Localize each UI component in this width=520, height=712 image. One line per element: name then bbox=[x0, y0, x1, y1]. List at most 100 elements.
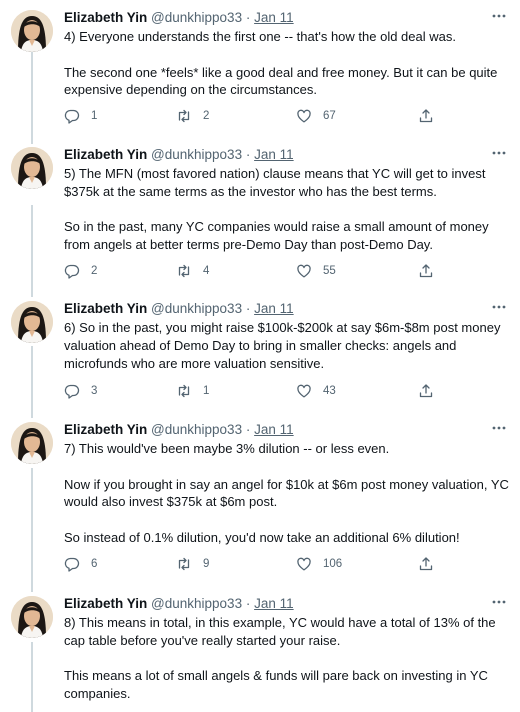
reply-button[interactable]: 2 bbox=[64, 262, 97, 280]
like-button[interactable]: 43 bbox=[296, 382, 336, 400]
reply-count: 2 bbox=[91, 265, 98, 277]
author-handle[interactable]: @dunkhippo33 bbox=[151, 422, 242, 437]
tweet-actions: 6 9 106 bbox=[64, 555, 510, 573]
reply-count: 6 bbox=[91, 558, 98, 570]
heart-icon bbox=[297, 384, 311, 398]
like-count: 55 bbox=[323, 265, 336, 277]
avatar[interactable] bbox=[11, 422, 53, 464]
retweet-count: 1 bbox=[203, 385, 210, 397]
separator-dot: · bbox=[245, 596, 251, 611]
tweet-text: 8) This means in total, in this example,… bbox=[64, 614, 510, 703]
author-name[interactable]: Elizabeth Yin bbox=[64, 422, 147, 437]
tweet-header: Elizabeth Yin @dunkhippo33 · Jan 11 bbox=[64, 10, 294, 26]
tweet-paragraph: So instead of 0.1% dilution, you'd now t… bbox=[64, 529, 460, 545]
tweet-text: 4) Everyone understands the first one --… bbox=[64, 28, 510, 99]
retweet-icon bbox=[178, 557, 190, 571]
tweet-header: Elizabeth Yin @dunkhippo33 · Jan 11 bbox=[64, 301, 294, 317]
more-options-icon[interactable] bbox=[490, 593, 508, 611]
reply-button[interactable]: 3 bbox=[64, 382, 97, 400]
separator-dot: · bbox=[245, 422, 251, 437]
tweet[interactable]: Elizabeth Yin @dunkhippo33 · Jan 11 5) T… bbox=[0, 144, 520, 280]
author-name[interactable]: Elizabeth Yin bbox=[64, 10, 147, 25]
share-icon bbox=[419, 384, 433, 398]
avatar[interactable] bbox=[11, 301, 53, 343]
retweet-button[interactable]: 4 bbox=[176, 262, 209, 280]
like-count: 106 bbox=[323, 558, 343, 570]
heart-icon bbox=[297, 557, 311, 571]
tweet-paragraph: 5) The MFN (most favored nation) clause … bbox=[64, 166, 490, 199]
tweet-header: Elizabeth Yin @dunkhippo33 · Jan 11 bbox=[64, 596, 294, 612]
tweet[interactable]: Elizabeth Yin @dunkhippo33 · Jan 11 6) S… bbox=[0, 298, 520, 400]
share-icon bbox=[419, 264, 433, 278]
heart-icon bbox=[297, 264, 311, 278]
tweet-text: 6) So in the past, you might raise $100k… bbox=[64, 319, 510, 372]
tweet-paragraph: 4) Everyone understands the first one --… bbox=[64, 29, 456, 44]
tweet-paragraph: 6) So in the past, you might raise $100k… bbox=[64, 320, 505, 371]
tweet-header: Elizabeth Yin @dunkhippo33 · Jan 11 bbox=[64, 147, 294, 163]
author-name[interactable]: Elizabeth Yin bbox=[64, 147, 147, 162]
tweet[interactable]: Elizabeth Yin @dunkhippo33 · Jan 11 4) E… bbox=[0, 10, 520, 128]
retweet-button[interactable]: 9 bbox=[176, 555, 209, 573]
author-handle[interactable]: @dunkhippo33 bbox=[151, 301, 242, 316]
more-options-icon[interactable] bbox=[490, 298, 508, 316]
reply-button[interactable]: 1 bbox=[64, 107, 97, 125]
tweet-paragraph: 7) This would've been maybe 3% dilution … bbox=[64, 441, 390, 456]
tweet-actions: 2 4 55 bbox=[64, 262, 510, 280]
tweet-text: 7) This would've been maybe 3% dilution … bbox=[64, 440, 510, 547]
more-options-icon[interactable] bbox=[490, 7, 508, 25]
retweet-button[interactable]: 2 bbox=[176, 107, 209, 125]
tweet-paragraph: Now if you brought in say an angel for $… bbox=[64, 476, 513, 510]
author-handle[interactable]: @dunkhippo33 bbox=[151, 10, 242, 25]
heart-icon bbox=[297, 109, 311, 123]
reply-icon bbox=[64, 109, 80, 124]
avatar[interactable] bbox=[11, 10, 53, 52]
tweet-actions: 1 2 67 bbox=[64, 107, 510, 125]
tweet-date[interactable]: Jan 11 bbox=[254, 301, 294, 316]
tweet-date[interactable]: Jan 11 bbox=[254, 10, 294, 25]
tweet-date[interactable]: Jan 11 bbox=[254, 147, 294, 162]
retweet-count: 2 bbox=[203, 110, 210, 122]
tweet-actions: 3 1 43 bbox=[64, 382, 510, 400]
avatar[interactable] bbox=[11, 147, 53, 189]
share-icon bbox=[419, 109, 433, 123]
tweet-date[interactable]: Jan 11 bbox=[254, 596, 294, 611]
more-options-icon[interactable] bbox=[490, 419, 508, 437]
author-name[interactable]: Elizabeth Yin bbox=[64, 596, 147, 611]
tweet-text: 5) The MFN (most favored nation) clause … bbox=[64, 165, 510, 254]
like-button[interactable]: 55 bbox=[296, 262, 336, 280]
tweet-paragraph: So in the past, many YC companies would … bbox=[64, 219, 493, 253]
retweet-count: 9 bbox=[203, 558, 210, 570]
tweet-paragraph: 8) This means in total, in this example,… bbox=[64, 615, 500, 648]
like-count: 67 bbox=[323, 110, 336, 122]
separator-dot: · bbox=[245, 301, 251, 316]
like-count: 43 bbox=[323, 385, 336, 397]
like-button[interactable]: 106 bbox=[296, 555, 342, 573]
avatar[interactable] bbox=[11, 596, 53, 638]
retweet-button[interactable]: 1 bbox=[176, 382, 209, 400]
tweet[interactable]: Elizabeth Yin @dunkhippo33 · Jan 11 8) T… bbox=[0, 596, 520, 712]
share-icon bbox=[419, 557, 433, 571]
share-button[interactable] bbox=[418, 555, 434, 573]
more-options-icon[interactable] bbox=[490, 144, 508, 162]
author-name[interactable]: Elizabeth Yin bbox=[64, 301, 147, 316]
separator-dot: · bbox=[245, 147, 251, 162]
retweet-icon bbox=[178, 264, 190, 278]
share-button[interactable] bbox=[418, 107, 434, 125]
tweet-date[interactable]: Jan 11 bbox=[254, 422, 294, 437]
retweet-icon bbox=[178, 384, 190, 398]
separator-dot: · bbox=[245, 10, 251, 25]
tweet-paragraph: This means a lot of small angels & funds… bbox=[64, 668, 492, 702]
reply-icon bbox=[64, 384, 80, 399]
tweet[interactable]: Elizabeth Yin @dunkhippo33 · Jan 11 7) T… bbox=[0, 422, 520, 576]
tweet-paragraph: The second one *feels* like a good deal … bbox=[64, 64, 502, 98]
tweet-header: Elizabeth Yin @dunkhippo33 · Jan 11 bbox=[64, 422, 294, 438]
reply-count: 1 bbox=[91, 110, 98, 122]
share-button[interactable] bbox=[418, 382, 434, 400]
reply-button[interactable]: 6 bbox=[64, 555, 97, 573]
reply-count: 3 bbox=[91, 385, 98, 397]
retweet-icon bbox=[178, 109, 190, 123]
share-button[interactable] bbox=[418, 262, 434, 280]
like-button[interactable]: 67 bbox=[296, 107, 336, 125]
author-handle[interactable]: @dunkhippo33 bbox=[151, 596, 242, 611]
author-handle[interactable]: @dunkhippo33 bbox=[151, 147, 242, 162]
